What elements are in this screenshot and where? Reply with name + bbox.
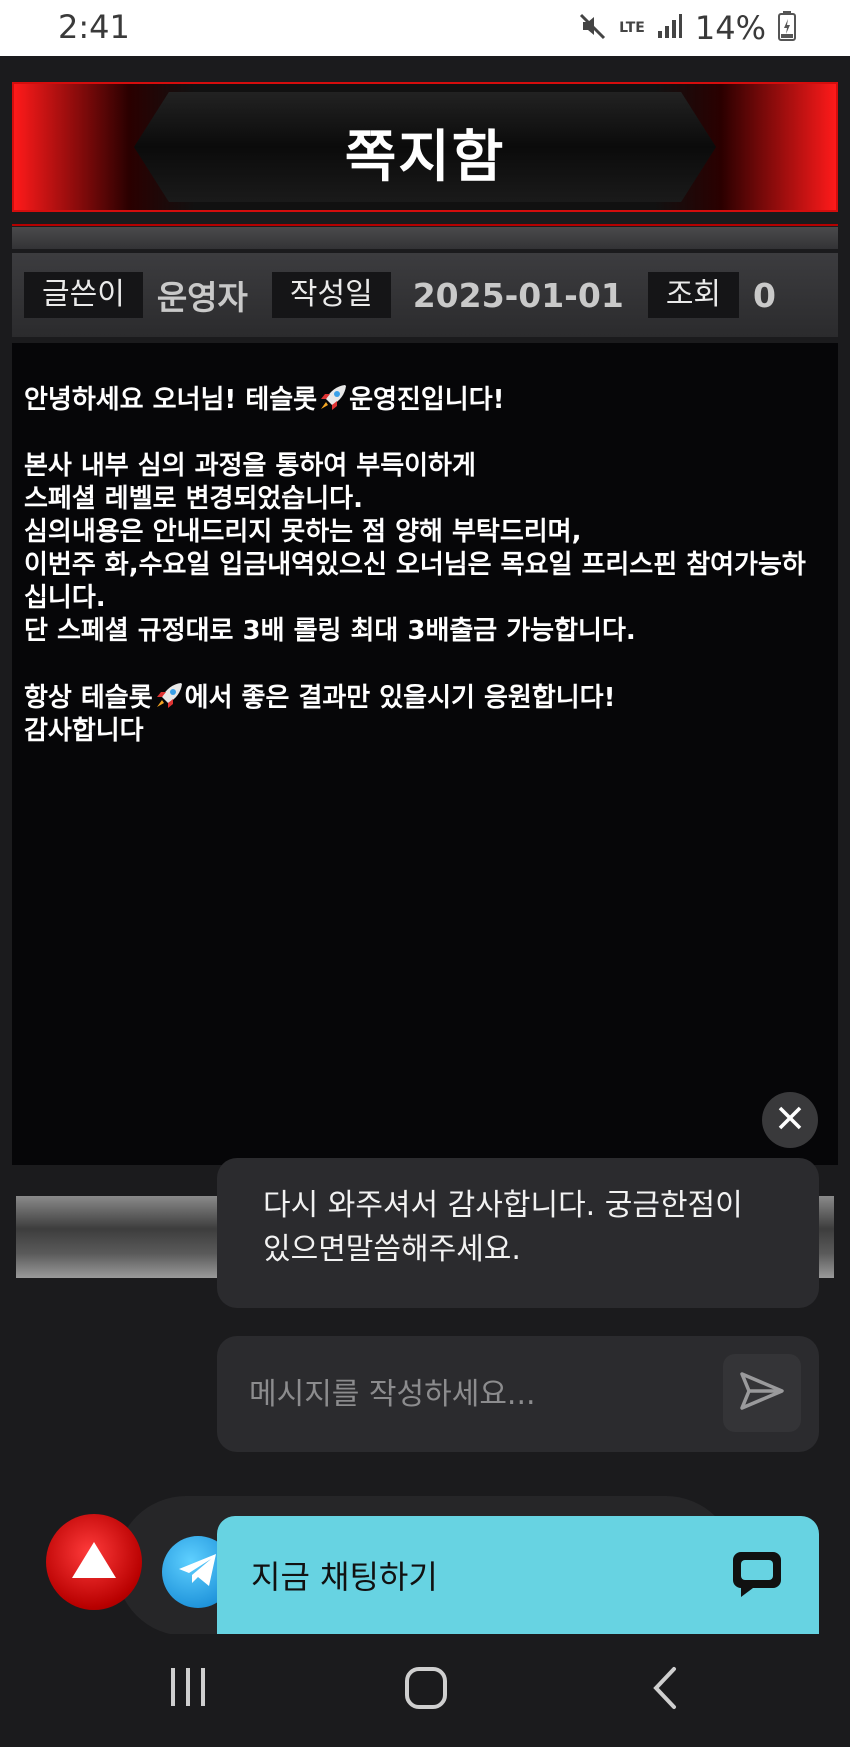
up-arrow-icon xyxy=(69,1539,119,1585)
author-value: 운영자 xyxy=(156,278,248,317)
views-label: 조회 xyxy=(647,272,740,318)
chat-now-button[interactable]: 지금 채팅하기 xyxy=(217,1516,819,1634)
rocket-icon xyxy=(317,383,349,413)
message-body: 안녕하세요 오너님! 테슬롯 운영진입니다! 본사 내부 심의 과정을 통하여 부… xyxy=(12,343,838,1165)
mute-icon xyxy=(577,11,607,45)
send-button[interactable] xyxy=(723,1354,801,1432)
status-icons: LTE 14% xyxy=(577,6,796,50)
rocket-icon xyxy=(153,681,185,711)
author-label: 글쓴이 xyxy=(24,272,143,318)
back-icon[interactable] xyxy=(650,1666,680,1714)
chat-now-label: 지금 채팅하기 xyxy=(251,1558,438,1596)
system-nav-bar xyxy=(0,1634,850,1747)
message-line: 단 스페셜 규정대로 3배 롤링 최대 3배출금 가능합니다. xyxy=(24,616,636,646)
message-line: 심의내용은 안내드리지 못하는 점 양해 부탁드리며, xyxy=(24,517,582,547)
chat-welcome-bubble: 다시 와주셔서 감사합니다. 궁금한점이 있으면말씀해주세요. xyxy=(217,1158,819,1308)
status-time: 2:41 xyxy=(58,8,130,46)
battery-percent: 14% xyxy=(694,9,766,47)
page-title: 쪽지함 xyxy=(344,125,506,190)
message-line: 안녕하세요 오너님! 테슬롯 운영진입니다! xyxy=(24,383,505,415)
app-view: 쪽지함 글쓴이 운영자 작성일 2025-01-01 조회 0 안녕하세요 오너… xyxy=(0,56,850,1636)
home-icon[interactable] xyxy=(404,1666,448,1714)
chat-welcome-text: 다시 와주셔서 감사합니다. 궁금한점이 있으면말씀해주세요. xyxy=(263,1188,743,1267)
close-icon xyxy=(777,1105,803,1135)
post-meta: 글쓴이 운영자 작성일 2025-01-01 조회 0 xyxy=(12,253,838,337)
page-banner: 쪽지함 xyxy=(12,82,838,212)
status-bar: 2:41 LTE 14% xyxy=(0,0,850,56)
chat-input-box[interactable] xyxy=(217,1336,819,1452)
divider xyxy=(12,224,838,226)
close-chat-button[interactable] xyxy=(762,1092,818,1148)
meta-header-strip xyxy=(12,227,838,249)
date-value: 2025-01-01 xyxy=(412,275,624,315)
views-value: 0 xyxy=(753,275,776,315)
message-line: 감사합니다 xyxy=(24,716,144,746)
scroll-top-button[interactable] xyxy=(46,1514,142,1610)
chat-message-input[interactable] xyxy=(247,1375,691,1413)
message-line: 이번주 화,수요일 입금내역있으신 오너님은 목요일 프리스핀 참여가능하십니다… xyxy=(24,550,806,613)
message-line: 본사 내부 심의 과정을 통하여 부득이하게 xyxy=(24,451,476,481)
network-type: LTE xyxy=(619,20,645,36)
chat-bubble-icon xyxy=(731,1548,783,1604)
send-icon xyxy=(739,1371,785,1415)
date-label: 작성일 xyxy=(271,272,391,318)
message-line: 항상 테슬롯 에서 좋은 결과만 있을시기 응원합니다! xyxy=(24,681,616,713)
message-line: 스페셜 레벨로 변경되었습니다. xyxy=(24,484,363,514)
telegram-icon xyxy=(176,1550,220,1594)
recent-apps-icon[interactable] xyxy=(168,1666,208,1712)
battery-icon xyxy=(778,11,796,45)
signal-icon xyxy=(657,13,683,43)
